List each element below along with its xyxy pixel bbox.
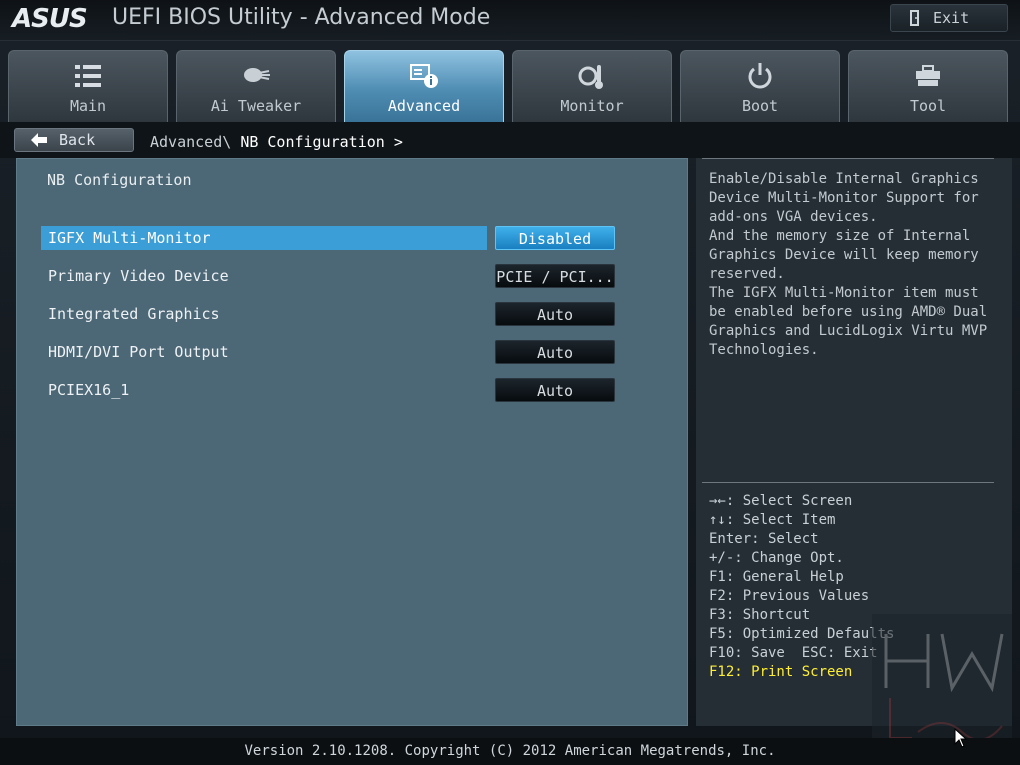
asus-logo: ASUS	[12, 4, 88, 34]
exit-label: Exit	[933, 9, 970, 27]
tweaker-icon	[244, 68, 270, 82]
power-icon	[748, 63, 772, 89]
setting-value-button[interactable]: Auto	[495, 378, 615, 402]
key-help-list: →←: Select Screen ↑↓: Select Item Enter:…	[709, 492, 894, 682]
setting-row-pciex16-1[interactable]: PCIEX16_1 Auto	[41, 378, 663, 402]
key-help-item: +/-: Change Opt.	[709, 550, 844, 566]
setting-value-button[interactable]: Auto	[495, 340, 615, 364]
breadcrumb-path[interactable]: Advanced\	[150, 133, 231, 151]
monitor-icon	[578, 65, 603, 89]
list-icon	[75, 65, 101, 87]
key-help-item: →←: Select Screen	[709, 493, 853, 509]
tab-main[interactable]: Main	[8, 50, 168, 122]
setting-name: Primary Video Device	[48, 267, 229, 285]
key-help-item-print-screen: F12: Print Screen	[709, 664, 853, 680]
key-help-item: F10: Save ESC: Exit	[709, 645, 878, 661]
back-label: Back	[59, 131, 96, 149]
tab-advanced[interactable]: Advanced	[344, 50, 504, 122]
main-tabs: Main Ai Tweaker Advanced Monitor Boot To…	[8, 50, 1012, 122]
setting-value-button[interactable]: PCIE / PCI...	[495, 264, 615, 288]
setting-name: IGFX Multi-Monitor	[41, 226, 487, 250]
mouse-cursor-icon	[954, 728, 968, 748]
setting-row-primary-video-device[interactable]: Primary Video Device PCIE / PCI...	[41, 264, 663, 288]
key-help-item: Enter: Select	[709, 531, 819, 547]
advanced-icon	[410, 64, 438, 88]
tab-boot[interactable]: Boot	[680, 50, 840, 122]
setting-value-button[interactable]: Auto	[495, 302, 615, 326]
setting-row-hdmi-dvi-port-output[interactable]: HDMI/DVI Port Output Auto	[41, 340, 663, 364]
tab-label: Monitor	[560, 97, 624, 115]
divider	[702, 158, 994, 159]
setting-name: HDMI/DVI Port Output	[48, 343, 229, 361]
key-help-item: F3: Shortcut	[709, 607, 811, 623]
key-help-item: F1: General Help	[709, 569, 844, 585]
exit-button[interactable]: Exit	[890, 4, 1008, 32]
tab-label: Tool	[909, 97, 947, 115]
key-help-item: F2: Previous Values	[709, 588, 870, 604]
setting-row-integrated-graphics[interactable]: Integrated Graphics Auto	[41, 302, 663, 326]
setting-value-button[interactable]: Disabled	[495, 226, 615, 250]
back-arrow-icon	[31, 133, 47, 147]
help-text: Enable/Disable Internal Graphics Device …	[709, 171, 988, 358]
app-title: UEFI BIOS Utility - Advanced Mode	[112, 5, 491, 30]
tab-label: Main	[69, 97, 107, 115]
tab-monitor[interactable]: Monitor	[512, 50, 672, 122]
setting-row-igfx-multi-monitor[interactable]: IGFX Multi-Monitor Disabled	[41, 226, 663, 250]
breadcrumb: Advanced\ NB Configuration >	[150, 133, 403, 151]
exit-door-icon	[910, 10, 919, 26]
title-bar: ASUS UEFI BIOS Utility - Advanced Mode E…	[0, 0, 1020, 41]
key-help-item: F5: Optimized Defaults	[709, 626, 895, 642]
back-button[interactable]: Back	[14, 128, 134, 152]
tab-tool[interactable]: Tool	[848, 50, 1008, 122]
key-help-item: ↑↓: Select Item	[709, 512, 836, 528]
tab-label: Ai Tweaker	[210, 97, 302, 115]
tab-label: Boot	[741, 97, 779, 115]
breadcrumb-bar: Back Advanced\ NB Configuration >	[0, 122, 1020, 158]
settings-panel: NB Configuration IGFX Multi-Monitor Disa…	[16, 158, 688, 726]
tab-ai-tweaker[interactable]: Ai Tweaker	[176, 50, 336, 122]
footer-version: Version 2.10.1208. Copyright (C) 2012 Am…	[0, 738, 1020, 765]
breadcrumb-current: NB Configuration >	[240, 133, 403, 151]
section-title: NB Configuration	[47, 171, 192, 189]
setting-name: PCIEX16_1	[48, 381, 130, 399]
setting-name: Integrated Graphics	[48, 305, 220, 323]
watermark-logo	[872, 614, 1012, 748]
tool-icon	[916, 65, 940, 86]
divider	[702, 482, 994, 483]
tab-label: Advanced	[387, 97, 461, 115]
